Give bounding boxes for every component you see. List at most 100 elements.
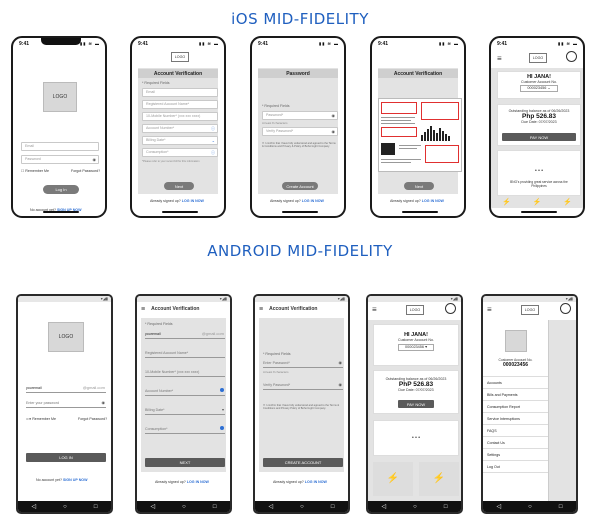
email-field[interactable]: Email [142,88,218,97]
account-number-field[interactable]: Account Number* ⓘ [142,124,218,133]
recents-icon[interactable]: □ [559,504,563,510]
remember-me-toggle[interactable]: ⊂● Remember Me [26,417,56,421]
chat-icon[interactable] [560,303,571,314]
mobile-number-field[interactable]: 10-Mobile Number* (xxx xxx xxxx) [142,112,218,121]
home-icon[interactable]: ○ [182,504,186,510]
promo-card: • • • BNG's providing great service acro… [497,150,581,196]
create-account-button[interactable]: CREATE ACCOUNT [263,458,343,467]
hamburger-menu-icon[interactable]: ≡ [372,305,377,314]
password-field[interactable]: Enter your password ◉ [26,398,106,408]
customer-account-label: Customer Account No. [398,338,434,342]
login-link[interactable]: LOG IN NOW [187,480,209,484]
pay-now-button[interactable]: PAY NOW [502,133,576,141]
billing-date-select[interactable]: Billing Date* ▾ [145,405,225,415]
next-button[interactable]: Next [404,182,434,190]
menu-item-faqs[interactable]: FAQS [483,425,548,437]
account-name-field[interactable]: Registered Account Name* [142,100,218,109]
back-icon[interactable]: ◁ [269,503,274,510]
account-select[interactable]: 000023456 ⌄ [520,85,558,92]
info-icon[interactable] [220,426,224,430]
password-field[interactable]: Password* ◉ [262,111,338,120]
eye-icon[interactable]: ◉ [339,380,343,389]
login-link[interactable]: LOG IN NOW [305,480,327,484]
bottom-nav: ⚡ ⚡ ⚡ [491,196,583,208]
hamburger-menu-icon[interactable]: ≡ [259,306,263,313]
terms-checkbox[interactable]: ☐ I confirm that I have fully understood… [263,404,343,410]
login-link[interactable]: LOG IN NOW [422,199,444,203]
menu-item-consumption-report[interactable]: Consumption Report [483,401,548,413]
account-name-field[interactable]: Registered Account Name* [145,348,225,358]
home-icon[interactable]: ○ [63,504,67,510]
eye-icon[interactable]: ◉ [102,398,106,407]
forgot-password-link[interactable]: Forgot Password? [78,417,107,421]
menu-item-service-interruptions[interactable]: Service Interruptions [483,413,548,425]
signup-link[interactable]: SIGN UP NOW [63,478,88,482]
carousel-dots[interactable]: • • • [498,168,580,174]
promo-card: • • • [373,420,459,456]
email-field[interactable]: Email [21,142,99,151]
logo: LOGO [406,305,424,315]
verify-password-field[interactable]: Verify Password* ◉ [262,127,338,136]
account-number-field[interactable]: Account Number* [145,386,225,396]
billing-date-select[interactable]: Billing Date* ⌄ [142,136,218,145]
hamburger-menu-icon[interactable]: ≡ [141,306,145,313]
consumption-field[interactable]: Consumption* [145,424,225,434]
info-icon[interactable] [220,388,224,392]
shortcut-tile[interactable]: ⚡ [419,462,459,496]
login-button[interactable]: Log In [43,185,79,194]
recents-icon[interactable]: □ [94,504,98,510]
email-field[interactable]: youremail @gmail.com [145,329,225,339]
home-icon[interactable]: ○ [528,504,532,510]
shortcut-tile[interactable]: ⚡ [373,462,413,496]
menu-item-log-out[interactable]: Log Out [483,461,548,473]
home-icon[interactable]: ○ [413,504,417,510]
chat-icon[interactable] [445,303,456,314]
back-icon[interactable]: ◁ [497,503,502,510]
password-field[interactable]: Enter Password* ◉ [263,358,343,368]
verify-password-field[interactable]: Verify Password* ◉ [263,380,343,390]
login-button[interactable]: LOG IN [26,453,106,462]
eye-icon[interactable]: ◉ [332,112,336,119]
account-select[interactable]: 000023456 ▾ [398,344,434,351]
recents-icon[interactable]: □ [331,504,335,510]
hamburger-menu-icon[interactable]: ≡ [487,305,492,314]
password-hint: At least 8 characters [263,370,289,374]
info-icon[interactable]: ⓘ [211,149,215,156]
eye-icon[interactable]: ◉ [339,358,343,367]
password-field[interactable]: Password ◉ [21,155,99,164]
remember-me-checkbox[interactable]: ☐ Remember Me [21,169,49,173]
recents-icon[interactable]: □ [213,504,217,510]
terms-checkbox[interactable]: ☐ I confirm that I have fully understood… [262,142,338,148]
next-button[interactable]: Next [164,182,194,190]
nav-icon[interactable]: ⚡ [533,198,542,206]
carousel-dots[interactable]: • • • [374,435,458,441]
ios-bill-screen: 9:41 ▮▮ ≋ ▬ Account Verification Next Alr… [370,36,466,218]
recents-icon[interactable]: □ [444,504,448,510]
page-title: Account Verification [151,306,200,312]
nav-icon[interactable]: ⚡ [563,198,572,206]
forgot-password-link[interactable]: Forgot Password? [71,169,100,173]
back-icon[interactable]: ◁ [151,503,156,510]
home-icon[interactable]: ○ [300,504,304,510]
chat-icon[interactable] [566,51,577,62]
hamburger-menu-icon[interactable]: ≡ [497,54,502,63]
nav-icon[interactable]: ⚡ [502,198,511,206]
consumption-field[interactable]: Consumption* ⓘ [142,148,218,157]
menu-item-settings[interactable]: Settings [483,449,548,461]
back-icon[interactable]: ◁ [32,503,37,510]
next-button[interactable]: NEXT [145,458,225,467]
pay-now-button[interactable]: PAY NOW [398,400,434,408]
menu-item-accounts[interactable]: Accounts [483,377,548,389]
account-card: HI JANA! Customer Account No. 000023456 … [373,324,459,366]
login-link[interactable]: LOG IN NOW [182,199,204,203]
menu-item-contact-us[interactable]: Contact Us [483,437,548,449]
mobile-number-field[interactable]: 10-Mobile Number* (xxx xxx xxxx) [145,367,225,377]
email-field[interactable]: youremail @gmail.com [26,383,106,393]
login-link[interactable]: LOG IN NOW [302,199,324,203]
back-icon[interactable]: ◁ [382,503,387,510]
menu-item-bills-payments[interactable]: Bills and Payments [483,389,548,401]
create-account-button[interactable]: Create Account [282,182,318,190]
eye-icon[interactable]: ◉ [332,128,336,135]
eye-icon[interactable]: ◉ [93,156,97,163]
info-icon[interactable]: ⓘ [211,125,215,132]
